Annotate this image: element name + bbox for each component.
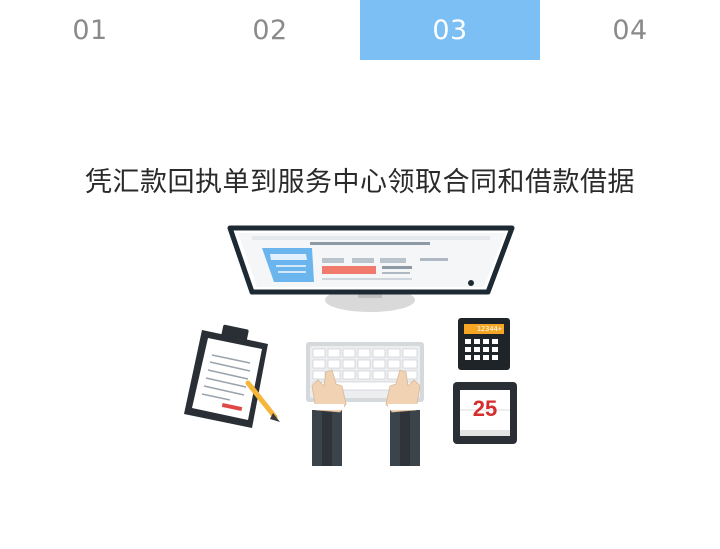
calendar-day-number: 25 bbox=[472, 396, 498, 421]
calculator-display-text: 12344+ bbox=[476, 325, 502, 333]
office-illustration bbox=[184, 225, 517, 466]
clipboard-icon bbox=[184, 324, 268, 428]
monitor-icon bbox=[227, 225, 515, 312]
